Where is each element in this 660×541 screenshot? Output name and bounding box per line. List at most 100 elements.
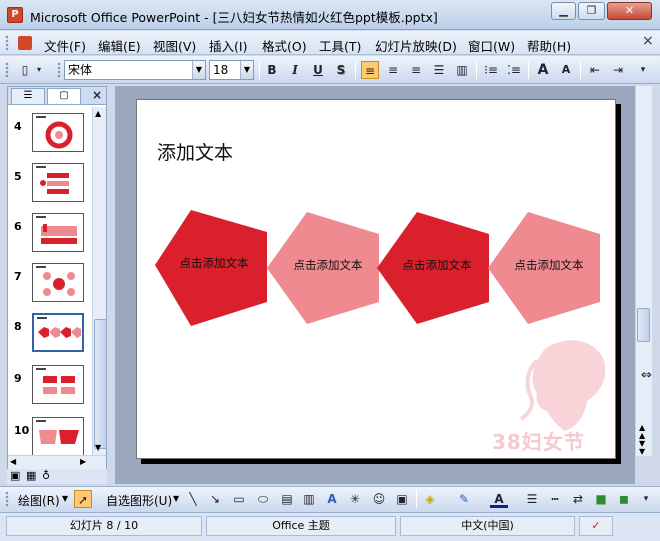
slide-thumbnail-10[interactable] xyxy=(32,417,84,456)
bullet-list-icon[interactable]: ⁚≡ xyxy=(505,61,523,79)
line-color-icon[interactable]: ✎ xyxy=(455,490,473,508)
slide-thumbnail-6[interactable] xyxy=(32,213,84,252)
powerpoint-app-icon[interactable]: P xyxy=(7,7,23,23)
slide-sorter-icon[interactable]: ▦ xyxy=(26,469,36,482)
menu-grip-icon[interactable] xyxy=(5,35,9,51)
font-name-combo[interactable]: 宋体 ▼ xyxy=(64,60,206,80)
decrease-indent-icon[interactable]: ⇤ xyxy=(586,61,604,79)
rectangle-icon[interactable]: ▭ xyxy=(230,490,248,508)
chevron-down-icon[interactable]: ▼ xyxy=(192,61,205,79)
pentagon-label-4[interactable]: 点击添加文本 xyxy=(492,257,606,273)
align-left-icon[interactable]: ≡ xyxy=(361,61,379,79)
3d-style-icon[interactable]: ◼ xyxy=(615,490,633,508)
picture-icon[interactable]: ▣ xyxy=(393,490,411,508)
scrollbar-thumb[interactable] xyxy=(637,308,650,342)
scroll-left-icon[interactable]: ◀ xyxy=(10,457,16,466)
autoshapes-menu-button[interactable]: 自选图形(U) xyxy=(106,492,172,509)
select-pointer-icon[interactable]: ➚ xyxy=(74,490,92,508)
previous-slide-icon[interactable]: ▲ ▲ xyxy=(639,424,645,440)
shadow-style-icon[interactable]: ■ xyxy=(592,490,610,508)
slide-thumbnail-5[interactable] xyxy=(32,163,84,202)
tab-slides[interactable]: ▢ xyxy=(47,88,81,104)
align-center-icon[interactable]: ≡ xyxy=(384,61,402,79)
thumbnail-number: 5 xyxy=(14,170,22,183)
align-right-icon[interactable]: ≡ xyxy=(407,61,425,79)
slide-thumbnail-8[interactable] xyxy=(31,312,85,353)
scrollbar-thumb[interactable] xyxy=(94,319,107,449)
draw-menu-button[interactable]: 绘图(R) xyxy=(18,492,60,509)
pentagon-label-1[interactable]: 点击添加文本 xyxy=(157,255,271,271)
font-color-icon[interactable]: A xyxy=(490,490,508,508)
chevron-down-icon[interactable]: ▼ xyxy=(62,494,68,503)
slide-canvas[interactable]: 添加文本 点击添加文本 点击添加文本 点击添加文本 点击添加文本 38妇女节 xyxy=(136,99,616,459)
toolbar-grip-icon[interactable] xyxy=(5,62,9,78)
wordart-icon[interactable]: A xyxy=(323,490,341,508)
spellcheck-icon[interactable]: ✓ xyxy=(579,516,613,536)
vertical-textbox-icon[interactable]: ▥ xyxy=(300,490,318,508)
slide-thumbnail-7[interactable] xyxy=(32,263,84,302)
slide-thumbnail-9[interactable] xyxy=(32,365,84,404)
drawbar-grip-icon[interactable] xyxy=(5,491,9,507)
menu-insert[interactable]: 插入(I) xyxy=(209,36,247,55)
textbox-icon[interactable]: ▤ xyxy=(278,490,296,508)
maximize-button[interactable]: ❐ xyxy=(578,2,605,20)
shadow-button[interactable]: S xyxy=(332,61,350,79)
document-icon[interactable] xyxy=(18,36,32,50)
dash-style-icon[interactable]: ┅ xyxy=(546,490,564,508)
toolbar-options-icon[interactable]: ▾ xyxy=(640,490,652,508)
increase-indent-icon[interactable]: ⇥ xyxy=(609,61,627,79)
document-close-button[interactable]: × xyxy=(642,33,654,49)
menu-window[interactable]: 窗口(W) xyxy=(468,36,515,55)
scroll-down-icon[interactable]: ▼ xyxy=(95,443,101,452)
diagram-icon[interactable]: ✳ xyxy=(346,490,364,508)
horizontal-scrollbar[interactable]: ◀ ▶ xyxy=(8,455,106,469)
watermark-text: 38妇女节 xyxy=(492,430,585,454)
menu-tools[interactable]: 工具(T) xyxy=(319,36,361,55)
chevron-down-icon[interactable]: ▼ xyxy=(240,61,253,79)
slide-scrollbar[interactable]: ▲ ▲ ▼ ▼ xyxy=(635,86,652,456)
pentagon-label-3[interactable]: 点击添加文本 xyxy=(380,257,494,273)
line-icon[interactable]: ╲ xyxy=(184,490,202,508)
slide-title[interactable]: 添加文本 xyxy=(157,138,233,165)
arrow-style-icon[interactable]: ⇄ xyxy=(569,490,587,508)
scroll-right-icon[interactable]: ▶ xyxy=(80,457,86,466)
clipart-icon[interactable]: ☺ xyxy=(370,490,388,508)
slideshow-icon[interactable]: ♁ xyxy=(42,469,50,482)
thumbnail-scrollbar[interactable]: ▲ ▼ xyxy=(92,107,107,455)
column-icon[interactable]: ▥ xyxy=(453,61,471,79)
fill-color-icon[interactable]: ◈ xyxy=(421,490,439,508)
shrink-font-button[interactable]: A xyxy=(557,61,575,79)
chevron-down-icon[interactable]: ▼ xyxy=(173,494,179,503)
toolbar-grip-icon-2[interactable] xyxy=(57,62,61,78)
normal-view-icon[interactable]: ▣ xyxy=(10,469,20,482)
pane-close-button[interactable]: × xyxy=(92,88,102,102)
close-window-button[interactable]: ✕ xyxy=(607,2,652,20)
slide-thumbnail-4[interactable] xyxy=(32,113,84,152)
line-style-icon[interactable]: ☰ xyxy=(523,490,541,508)
bold-button[interactable]: B xyxy=(263,61,281,79)
next-slide-icon[interactable]: ▼ ▼ xyxy=(639,440,645,456)
distribute-icon[interactable]: ☰ xyxy=(430,61,448,79)
minimize-button[interactable]: ▁ xyxy=(551,2,576,20)
thumbnail-number: 7 xyxy=(14,270,22,283)
scroll-up-icon[interactable]: ▲ xyxy=(95,109,101,118)
menu-help[interactable]: 帮助(H) xyxy=(527,36,571,55)
underline-button[interactable]: U xyxy=(309,61,327,79)
arrow-icon[interactable]: ↘ xyxy=(206,490,224,508)
menu-edit[interactable]: 编辑(E) xyxy=(98,36,141,55)
menu-file[interactable]: 文件(F) xyxy=(44,36,86,55)
tab-outline[interactable]: ☰ xyxy=(11,88,45,104)
toolbar-options-icon[interactable]: ▾ xyxy=(636,61,650,79)
menu-format[interactable]: 格式(O) xyxy=(262,36,307,55)
grow-font-button[interactable]: A xyxy=(534,61,552,79)
new-slide-icon[interactable]: ▯ xyxy=(16,61,34,79)
thumbnail-graphic xyxy=(45,121,73,149)
numbered-list-icon[interactable]: ⁝≡ xyxy=(482,61,500,79)
oval-icon[interactable]: ⬭ xyxy=(254,490,272,508)
font-size-combo[interactable]: 18 ▼ xyxy=(209,60,254,80)
menu-slideshow[interactable]: 幻灯片放映(D) xyxy=(375,36,457,55)
menu-view[interactable]: 视图(V) xyxy=(153,36,196,55)
italic-button[interactable]: I xyxy=(286,61,304,79)
pentagon-label-2[interactable]: 点击添加文本 xyxy=(271,257,385,273)
toolbar-options-icon[interactable]: ▾ xyxy=(34,61,44,79)
